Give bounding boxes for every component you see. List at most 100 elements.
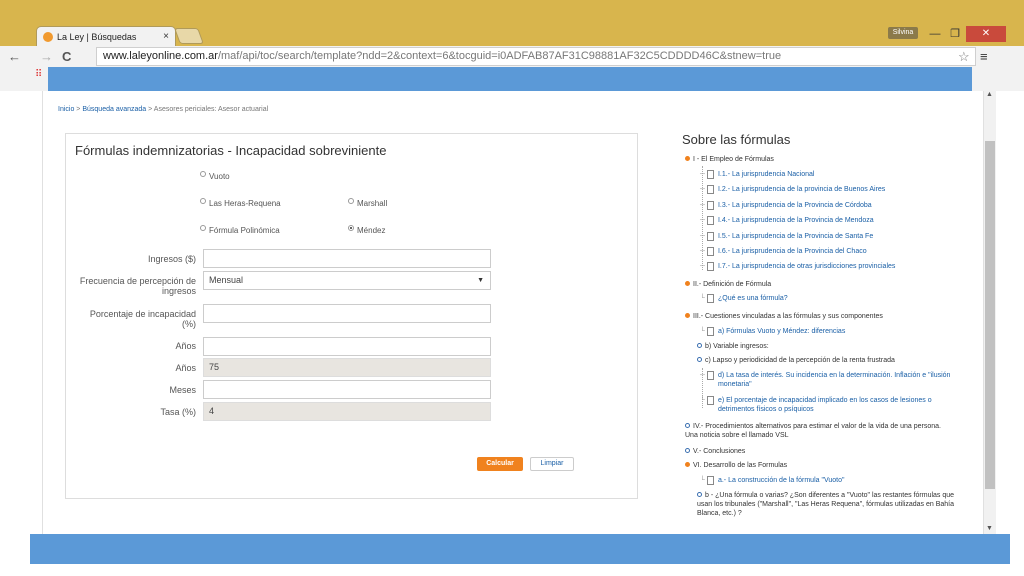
document-icon bbox=[706, 185, 714, 194]
item-label: I.6.- La jurisprudencia de la Provincia … bbox=[717, 248, 867, 255]
section-conclusiones[interactable]: V.- Conclusiones bbox=[685, 447, 955, 456]
section-una-formula-o-varias[interactable]: b - ¿Una fórmula o varias? ¿Son diferent… bbox=[697, 491, 955, 518]
radio-formula-polinomica[interactable]: Fórmula Polinómica bbox=[200, 224, 280, 235]
radio-dot bbox=[200, 224, 206, 231]
sidebar-title: Sobre las fórmulas bbox=[682, 132, 791, 147]
browser-menu-icon[interactable]: ≡ bbox=[980, 46, 988, 67]
window-close-icon[interactable]: ✕ bbox=[966, 26, 1006, 42]
sidebar-item-porcentaje-incapacidad[interactable]: └ e) El porcentaje de incapacidad implica… bbox=[700, 396, 955, 414]
radio-label: Vuoto bbox=[209, 172, 230, 181]
section-desarrollo-formulas[interactable]: VI. Desarrollo de las Formulas bbox=[685, 461, 955, 470]
sidebar-item-jurisprudencia-nacional[interactable]: ─ I.1.- La jurisprudencia Nacional bbox=[700, 170, 955, 179]
site-header-bar bbox=[48, 67, 972, 91]
radio-marshall[interactable]: Marshall bbox=[348, 197, 388, 208]
sidebar-item-vuoto-mendez[interactable]: └ a) Fórmulas Vuoto y Méndez: diferencias bbox=[700, 327, 955, 336]
frecuencia-select[interactable]: Mensual ▼ bbox=[203, 271, 491, 290]
document-icon bbox=[706, 294, 714, 303]
scroll-up-icon[interactable]: ▲ bbox=[986, 91, 993, 98]
sidebar-item-santa-fe[interactable]: ─ I.5.- La jurisprudencia de la Provincia… bbox=[700, 232, 955, 241]
back-icon[interactable]: ← bbox=[8, 46, 21, 67]
document-icon bbox=[706, 232, 714, 241]
chevron-down-icon: ▼ bbox=[477, 277, 484, 284]
browser-tab[interactable]: La Ley | Búsquedas × bbox=[36, 26, 176, 46]
meses-input[interactable] bbox=[203, 380, 491, 399]
site-footer-bar bbox=[30, 534, 1010, 564]
calcular-button[interactable]: Calcular bbox=[477, 457, 523, 471]
item-label: a.- La construcción de la fórmula "Vuoto… bbox=[717, 477, 845, 484]
forward-icon[interactable]: → bbox=[40, 46, 53, 67]
tab-title: La Ley | Búsquedas bbox=[57, 31, 137, 42]
tab-close-icon[interactable]: × bbox=[163, 31, 169, 42]
scroll-down-icon[interactable]: ▼ bbox=[986, 525, 993, 532]
scrollbar[interactable]: ▲ ▼ bbox=[984, 91, 996, 536]
section-empleo-formulas[interactable]: I - El Empleo de Fórmulas bbox=[685, 155, 955, 164]
section-variable-ingresos[interactable]: b) Variable ingresos: bbox=[697, 342, 955, 351]
bullet-icon bbox=[697, 492, 702, 497]
section-label: VI. Desarrollo de las Formulas bbox=[693, 462, 788, 469]
apps-icon[interactable]: ⠿ bbox=[35, 69, 42, 80]
breadcrumb-advanced-link[interactable]: Búsqueda avanzada bbox=[82, 106, 146, 113]
sidebar-item-cordoba[interactable]: ─ I.3.- La jurisprudencia de la Provincia… bbox=[700, 201, 955, 210]
sidebar-item-tasa-interes[interactable]: ─ d) La tasa de interés. Su incidencia en… bbox=[700, 371, 955, 389]
sidebar-item-construccion-vuoto[interactable]: └ a.- La construcción de la fórmula "Vuot… bbox=[700, 476, 955, 485]
browser-toolbar: ← → C www.laleyonline.com.ar/maf/api/toc… bbox=[0, 46, 1024, 67]
document-icon bbox=[706, 327, 714, 336]
user-profile-button[interactable]: Silvina bbox=[888, 27, 918, 39]
breadcrumb-separator: > bbox=[76, 106, 81, 113]
document-icon bbox=[706, 170, 714, 179]
maximize-icon[interactable]: ❐ bbox=[944, 26, 966, 42]
section-procedimientos-alternativos[interactable]: IV.- Procedimientos alternativos para es… bbox=[685, 422, 955, 440]
bullet-icon bbox=[697, 357, 702, 362]
frecuencia-value: Mensual bbox=[209, 275, 244, 285]
radio-dot bbox=[348, 197, 354, 204]
form-title: Fórmulas indemnizatorias - Incapacidad s… bbox=[75, 143, 387, 158]
sidebar-item-mendoza[interactable]: ─ I.4.- La jurisprudencia de la Provincia… bbox=[700, 216, 955, 225]
ingresos-input[interactable] bbox=[203, 249, 491, 268]
bullet-icon bbox=[697, 343, 702, 348]
scrollbar-thumb[interactable] bbox=[985, 141, 995, 489]
section-lapso-periodicidad[interactable]: c) Lapso y periodicidad de la percepción… bbox=[697, 356, 955, 365]
radio-vuoto[interactable]: Vuoto bbox=[200, 170, 230, 181]
reload-icon[interactable]: C bbox=[62, 46, 71, 67]
section-label: c) Lapso y periodicidad de la percepción… bbox=[705, 357, 895, 364]
address-bar[interactable]: www.laleyonline.com.ar/maf/api/toc/searc… bbox=[96, 47, 976, 66]
minimize-icon[interactable]: — bbox=[924, 26, 946, 42]
anios-input[interactable] bbox=[203, 337, 491, 356]
anios-readonly-field: 75 bbox=[203, 358, 491, 377]
item-label: I.3.- La jurisprudencia de la Provincia … bbox=[717, 202, 872, 209]
radio-las-heras-requena[interactable]: Las Heras-Requena bbox=[200, 197, 281, 208]
url-domain: www.laleyonline.com.ar bbox=[103, 50, 218, 62]
item-label: I.5.- La jurisprudencia de la Provincia … bbox=[717, 233, 874, 240]
section-label: III.- Cuestiones vinculadas a las fórmul… bbox=[693, 313, 883, 320]
section-label: I - El Empleo de Fórmulas bbox=[693, 156, 774, 163]
sidebar-item-otras-jurisdicciones[interactable]: ─ I.7.- La jurisprudencia de otras jurisd… bbox=[700, 262, 955, 271]
bookmark-star-icon[interactable]: ☆ bbox=[958, 46, 970, 67]
breadcrumb-home-link[interactable]: Inicio bbox=[58, 106, 74, 113]
section-label: V.- Conclusiones bbox=[693, 448, 746, 455]
bullet-icon bbox=[685, 156, 690, 161]
radio-label: Méndez bbox=[357, 226, 386, 235]
document-icon bbox=[706, 396, 714, 405]
radio-mendez[interactable]: Méndez bbox=[348, 224, 386, 235]
radio-label: Marshall bbox=[357, 199, 388, 208]
section-definicion-formula[interactable]: II.- Definición de Fórmula bbox=[685, 280, 955, 289]
item-label: I.7.- La jurisprudencia de otras jurisdi… bbox=[717, 263, 896, 270]
porcentaje-input[interactable] bbox=[203, 304, 491, 323]
sidebar-item-que-es-formula[interactable]: └ ¿Qué es una fórmula? bbox=[700, 294, 955, 303]
tasa-readonly-field: 4 bbox=[203, 402, 491, 421]
limpiar-button[interactable]: Limpiar bbox=[530, 457, 574, 471]
bullet-icon bbox=[685, 281, 690, 286]
section-cuestiones-vinculadas[interactable]: III.- Cuestiones vinculadas a las fórmul… bbox=[685, 312, 955, 321]
breadcrumb: Inicio > Búsqueda avanzada > Asesores pe… bbox=[58, 106, 268, 113]
radio-label: Las Heras-Requena bbox=[209, 199, 281, 208]
sidebar-item-chaco[interactable]: ─ I.6.- La jurisprudencia de la Provincia… bbox=[700, 247, 955, 256]
sidebar-item-buenos-aires[interactable]: ─ I.2.- La jurisprudencia de la provincia… bbox=[700, 185, 955, 194]
porcentaje-label: Porcentaje de incapacidad (%) bbox=[89, 309, 196, 329]
item-label: I.1.- La jurisprudencia Nacional bbox=[717, 171, 815, 178]
bullet-icon bbox=[685, 423, 690, 428]
section-label: IV.- Procedimientos alternativos para es… bbox=[685, 423, 941, 439]
item-label: I.4.- La jurisprudencia de la Provincia … bbox=[717, 217, 874, 224]
section-label: II.- Definición de Fórmula bbox=[693, 281, 772, 288]
meses-label: Meses bbox=[169, 385, 196, 395]
document-icon bbox=[706, 247, 714, 256]
